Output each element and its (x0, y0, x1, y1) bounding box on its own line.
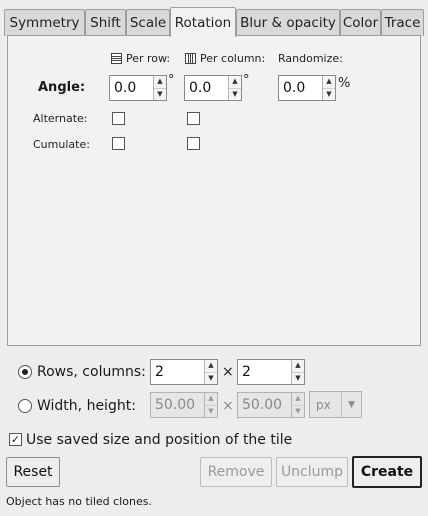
height-spinner[interactable]: 50.00 ▲ ▼ (237, 392, 305, 418)
spin-up-icon[interactable]: ▲ (229, 76, 241, 89)
spin-down-icon[interactable]: ▼ (229, 89, 241, 101)
spinner-value: 2 (155, 364, 164, 380)
unclump-button[interactable]: Unclump (276, 457, 348, 487)
create-label: Create (360, 464, 414, 480)
tab-trace[interactable]: Trace (381, 9, 424, 36)
angle-per-column-spinner[interactable]: 0.0 ▲ ▼ (184, 75, 242, 101)
cumulate-per-column-checkbox[interactable] (187, 137, 200, 150)
reset-label: Reset (13, 464, 53, 480)
alternate-per-column-checkbox[interactable] (187, 112, 200, 125)
tab-label: Color (342, 15, 379, 31)
spin-up-icon[interactable]: ▲ (292, 360, 304, 373)
unit-value: px (316, 397, 331, 412)
per-column-header: Per column: (200, 52, 266, 65)
use-saved-label: Use saved size and position of the tile (26, 432, 293, 448)
remove-label: Remove (207, 464, 265, 480)
spin-up-icon[interactable]: ▲ (323, 76, 335, 89)
angle-randomize-spinner[interactable]: 0.0 ▲ ▼ (278, 75, 336, 101)
remove-button[interactable]: Remove (200, 457, 272, 487)
spin-up-icon[interactable]: ▲ (292, 393, 304, 406)
width-spinner[interactable]: 50.00 ▲ ▼ (150, 392, 218, 418)
use-saved-checkbox[interactable]: ✓ (9, 433, 22, 446)
alternate-label: Alternate: (33, 112, 88, 125)
spinner-value: 0.0 (189, 80, 212, 96)
checkmark-icon: ✓ (10, 433, 21, 446)
per-row-header: Per row: (126, 52, 171, 65)
angle-label: Angle: (38, 80, 86, 95)
tab-label: Scale (129, 15, 167, 31)
tab-rotation[interactable]: Rotation (170, 7, 236, 37)
radio-selected-dot (22, 369, 28, 375)
width-height-label: Width, height: (37, 398, 136, 414)
degree-unit: ° (168, 73, 175, 88)
spinner-value: 50.00 (242, 397, 283, 413)
cumulate-per-row-checkbox[interactable] (112, 137, 125, 150)
tab-bar: Symmetry Shift Scale Rotation Blur & opa… (4, 7, 424, 37)
spinner-value: 0.0 (283, 80, 306, 96)
unclump-label: Unclump (280, 464, 344, 480)
tab-color[interactable]: Color (340, 9, 381, 36)
spin-up-icon[interactable]: ▲ (154, 76, 166, 89)
columns-icon (185, 53, 196, 64)
status-text: Object has no tiled clones. (6, 495, 152, 508)
percent-unit: % (338, 76, 351, 91)
tab-label: Shift (90, 15, 121, 31)
tab-symmetry[interactable]: Symmetry (4, 9, 85, 36)
alternate-per-row-checkbox[interactable] (112, 112, 125, 125)
tab-blur-opacity[interactable]: Blur & opacity (236, 9, 340, 36)
spin-down-icon[interactable]: ▼ (323, 89, 335, 101)
spinner-value: 2 (242, 364, 251, 380)
spinner-value: 0.0 (114, 80, 137, 96)
cumulate-label: Cumulate: (33, 138, 90, 151)
tab-label: Blur & opacity (240, 15, 336, 31)
tab-label: Rotation (174, 14, 232, 31)
spin-down-icon[interactable]: ▼ (292, 373, 304, 385)
tab-label: Trace (384, 15, 421, 31)
degree-unit: ° (243, 73, 250, 88)
randomize-header: Randomize: (278, 52, 343, 65)
rows-icon (111, 53, 122, 64)
rows-columns-label: Rows, columns: (37, 364, 146, 380)
create-button[interactable]: Create (352, 456, 422, 488)
tab-shift[interactable]: Shift (85, 9, 126, 36)
tab-scale[interactable]: Scale (126, 9, 170, 36)
times-sign: × (222, 364, 234, 380)
spin-down-icon[interactable]: ▼ (205, 406, 217, 418)
spin-up-icon[interactable]: ▲ (205, 393, 217, 406)
width-height-radio[interactable] (18, 399, 32, 413)
spin-down-icon[interactable]: ▼ (154, 89, 166, 101)
chevron-down-icon: ▼ (341, 392, 361, 417)
tab-label: Symmetry (9, 15, 80, 31)
angle-per-row-spinner[interactable]: 0.0 ▲ ▼ (109, 75, 167, 101)
reset-button[interactable]: Reset (6, 457, 60, 487)
spinner-value: 50.00 (155, 397, 196, 413)
unit-dropdown[interactable]: px ▼ (309, 391, 362, 418)
spin-down-icon[interactable]: ▼ (292, 406, 304, 418)
spin-down-icon[interactable]: ▼ (205, 373, 217, 385)
rows-columns-radio[interactable] (18, 365, 32, 379)
spin-up-icon[interactable]: ▲ (205, 360, 217, 373)
rows-spinner[interactable]: 2 ▲ ▼ (150, 359, 218, 385)
times-sign: × (222, 398, 234, 414)
columns-spinner[interactable]: 2 ▲ ▼ (237, 359, 305, 385)
